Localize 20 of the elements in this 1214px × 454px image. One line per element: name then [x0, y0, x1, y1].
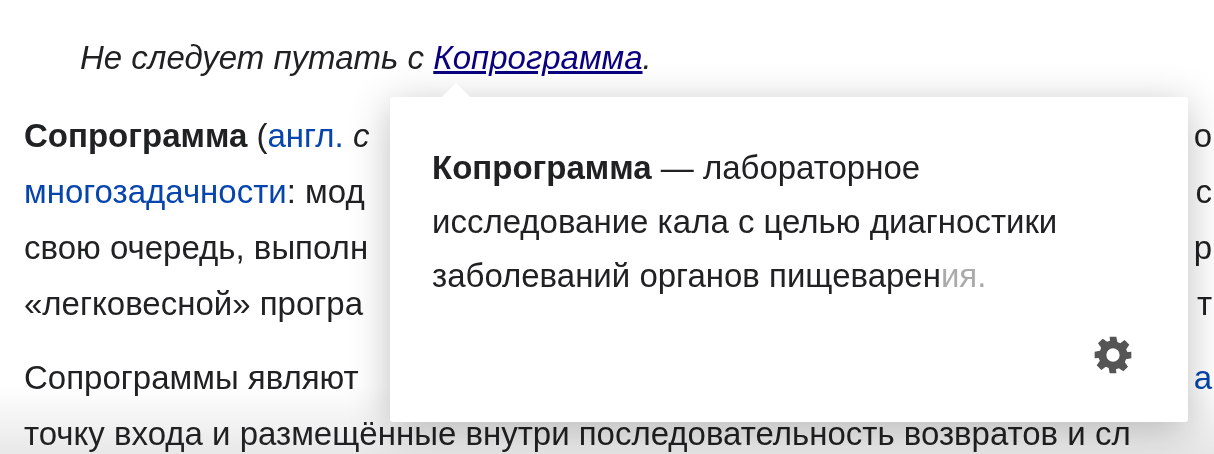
popup-text: Копрограмма — лабораторное исследование кала с целью диагностики заболеваний органов пищеварения.: [432, 148, 1059, 296]
hatnote-text: Не следует путать с: [80, 39, 426, 76]
hatnote-text: .: [642, 39, 652, 76]
article-text: : мод: [286, 173, 365, 210]
article-text: «легковесной» програ: [24, 285, 364, 322]
article-link[interactable]: а: [1193, 359, 1212, 397]
article-text: Сопрограммы являют: [24, 359, 359, 396]
article-text: свою очередь, выполн: [24, 229, 369, 266]
article-text: о: [1193, 117, 1212, 155]
article-text: c: [351, 117, 370, 154]
article-link[interactable]: англ.: [267, 117, 344, 154]
article-text: т: [1196, 285, 1212, 323]
article-link[interactable]: многозадачности: [24, 173, 287, 210]
article-text: точку входа и размещённые внутри последовательность возвратов и сл: [24, 415, 1131, 452]
settings-icon[interactable]: [1093, 335, 1133, 375]
article-text: с: [1195, 173, 1212, 211]
article-text: (: [255, 117, 268, 154]
article-link[interactable]: Копрограмма: [433, 39, 643, 76]
article-text: Сопрограмма: [24, 117, 248, 154]
article-text: р: [1193, 229, 1212, 267]
